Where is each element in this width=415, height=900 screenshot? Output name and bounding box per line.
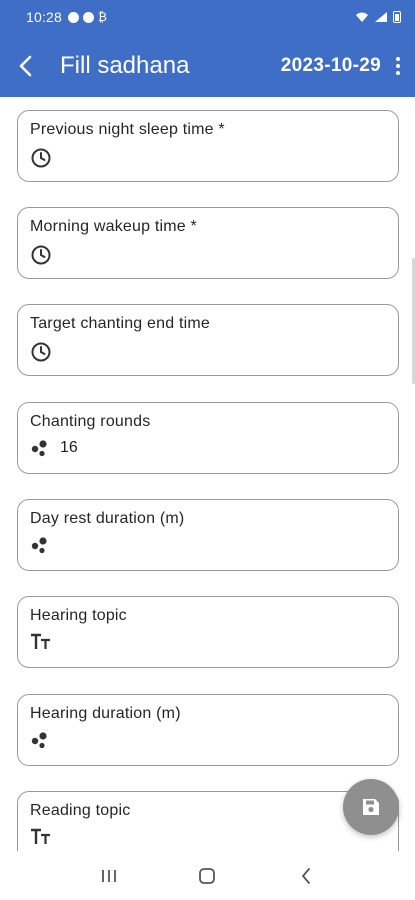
system-nav-bar	[0, 851, 415, 900]
field-label: Previous night sleep time *	[30, 121, 225, 138]
field-label: Chanting rounds	[30, 413, 151, 430]
sim-icon: ₿	[98, 10, 107, 24]
notification-dot-icon	[68, 11, 80, 23]
day-rest-duration-field[interactable]: Day rest duration (m)	[17, 499, 399, 571]
wifi-icon	[356, 12, 368, 22]
status-bar: 10:28 ₿	[0, 0, 415, 34]
home-button[interactable]	[187, 856, 227, 896]
hearing-duration-field[interactable]: Hearing duration (m)	[17, 694, 399, 766]
arrow-back-icon	[19, 55, 32, 76]
recent-apps-icon	[102, 869, 117, 882]
date-selector[interactable]: 2023-10-29	[281, 55, 381, 77]
recent-apps-button[interactable]	[89, 856, 129, 896]
chevron-left-icon	[301, 867, 310, 884]
wakeup-time-field[interactable]: Morning wakeup time *	[17, 207, 399, 279]
number-dots-icon	[30, 536, 48, 554]
status-notification-icons: ₿	[68, 11, 107, 23]
clock-icon	[30, 244, 52, 266]
system-back-button[interactable]	[286, 856, 326, 896]
chanting-end-time-field[interactable]: Target chanting end time	[17, 304, 399, 376]
phone-call-icon	[83, 11, 95, 23]
field-label: Target chanting end time	[30, 315, 211, 332]
more-vert-icon	[396, 56, 400, 75]
battery-icon	[393, 11, 401, 23]
hearing-topic-field[interactable]: Hearing topic	[17, 596, 399, 668]
save-icon	[363, 799, 379, 815]
text-format-icon	[30, 633, 52, 651]
status-time: 10:28	[26, 9, 63, 25]
sleep-time-field[interactable]: Previous night sleep time *	[17, 110, 399, 182]
save-button[interactable]	[343, 779, 399, 835]
field-label: Morning wakeup time *	[30, 218, 197, 235]
chanting-rounds-field[interactable]: Chanting rounds 16	[17, 402, 399, 474]
number-dots-icon	[30, 439, 48, 457]
status-system-icons	[355, 11, 401, 23]
field-label: Hearing duration (m)	[30, 705, 181, 722]
clock-icon	[30, 147, 52, 169]
text-format-icon	[30, 828, 52, 846]
app-bar: Fill sadhana 2023-10-29	[0, 34, 415, 97]
reading-topic-field[interactable]: Reading topic	[17, 791, 399, 851]
field-label: Reading topic	[30, 802, 131, 819]
sadhana-form: Previous night sleep time * Morning wake…	[0, 97, 415, 851]
clock-icon	[30, 341, 52, 363]
page-title: Fill sadhana	[60, 51, 190, 79]
overflow-menu-button[interactable]	[381, 34, 415, 97]
signal-icon	[375, 12, 387, 22]
home-icon	[199, 867, 216, 884]
field-label: Hearing topic	[30, 607, 127, 624]
field-value: 16	[60, 439, 78, 456]
field-label: Day rest duration (m)	[30, 510, 185, 527]
number-dots-icon	[30, 731, 48, 749]
back-button[interactable]	[0, 34, 52, 97]
